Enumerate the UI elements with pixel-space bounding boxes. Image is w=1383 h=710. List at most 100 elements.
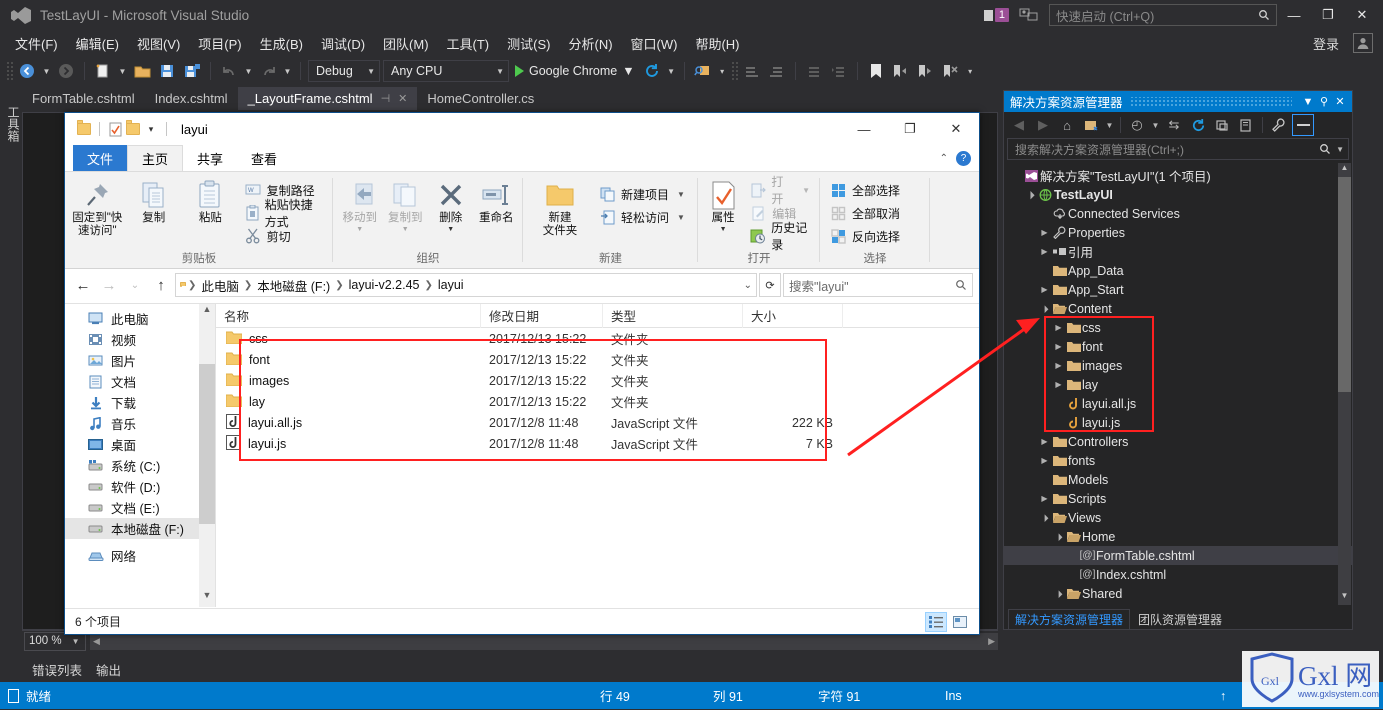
- solution-tree-item[interactable]: Connected Services: [1004, 204, 1352, 223]
- toolbox-vertical-tab[interactable]: 工具箱: [0, 100, 22, 630]
- up-button[interactable]: ↑: [149, 273, 173, 297]
- expand-collapse-icon-expanded[interactable]: ◢: [1023, 187, 1038, 202]
- expand-collapse-icon-expanded[interactable]: ◢: [1051, 586, 1066, 601]
- toolbar-grip-2[interactable]: [730, 61, 738, 81]
- refresh-button[interactable]: ⟳: [759, 273, 781, 297]
- previous-bookmark-icon[interactable]: [890, 60, 912, 82]
- expand-collapse-icon-expanded[interactable]: ◢: [1037, 301, 1052, 316]
- menu-edit[interactable]: 编辑(E): [67, 31, 128, 56]
- expand-collapse-icon-collapsed[interactable]: ▶: [1038, 285, 1051, 294]
- status-upload-icon[interactable]: ↑: [1220, 689, 1226, 703]
- expand-collapse-icon-collapsed[interactable]: ▶: [1038, 247, 1051, 256]
- notifications-indicator[interactable]: 1: [983, 8, 1009, 22]
- solution-tree-item[interactable]: App_Data: [1004, 261, 1352, 280]
- select-none-button[interactable]: 全部取消: [826, 202, 904, 224]
- open-file-icon[interactable]: [131, 60, 153, 82]
- solution-tree-item[interactable]: ▶ fonts: [1004, 451, 1352, 470]
- paste-shortcut-button[interactable]: 粘贴快捷方式: [241, 198, 327, 229]
- breadcrumb-item-3[interactable]: layui: [438, 278, 464, 292]
- solution-tree-item[interactable]: ▶ Properties: [1004, 223, 1352, 242]
- new-folder-button[interactable]: 新建 文件夹: [529, 175, 591, 238]
- comment-selection-icon[interactable]: [741, 60, 763, 82]
- solution-tree-item[interactable]: layui.all.js: [1004, 394, 1352, 413]
- expand-collapse-icon-collapsed[interactable]: ▶: [1038, 456, 1051, 465]
- nav-pane-item[interactable]: 此电脑: [65, 308, 215, 329]
- menu-project[interactable]: 项目(P): [189, 31, 250, 56]
- pin-tab-icon[interactable]: ⊣: [381, 92, 391, 105]
- refresh-icon[interactable]: [641, 60, 663, 82]
- save-icon[interactable]: [156, 60, 178, 82]
- pin-panel-icon[interactable]: ⚲: [1316, 95, 1332, 108]
- panel-menu-icon[interactable]: ▼: [1300, 96, 1316, 108]
- copy-to-button[interactable]: 复制到 ▼: [385, 175, 427, 234]
- solution-tree-item[interactable]: ▶ 引用: [1004, 242, 1352, 261]
- nav-pane-item[interactable]: 系统 (C:): [65, 455, 215, 476]
- new-item-button[interactable]: 新建项目 ▼: [595, 183, 689, 205]
- se-sync-views-icon[interactable]: ⇆: [1163, 114, 1185, 136]
- explorer-maximize-button[interactable]: ❐: [887, 114, 933, 145]
- navigate-backward-dropdown[interactable]: ▼: [41, 60, 52, 82]
- cut-button[interactable]: 剪切: [241, 225, 327, 247]
- open-button[interactable]: 打开 ▼: [746, 175, 814, 206]
- new-folder-quick-icon[interactable]: [124, 120, 142, 138]
- column-header-date[interactable]: 修改日期: [481, 303, 603, 328]
- tab-team-explorer[interactable]: 团队资源管理器: [1132, 609, 1228, 629]
- solution-tree-item[interactable]: ◢ Views: [1004, 508, 1352, 527]
- menu-window[interactable]: 窗口(W): [622, 31, 687, 56]
- se-scroll-down-arrow-icon[interactable]: ▼: [1338, 591, 1351, 605]
- doc-tab-formtable[interactable]: FormTable.cshtml: [22, 87, 145, 110]
- toolbar-grip[interactable]: [6, 61, 13, 81]
- file-list-row[interactable]: layui.all.js 2017/12/8 11:48 JavaScript 文件…: [216, 412, 979, 433]
- account-avatar-icon[interactable]: [1353, 33, 1373, 53]
- menu-debug[interactable]: 调试(D): [312, 31, 374, 56]
- se-forward-icon[interactable]: ▶: [1032, 114, 1054, 136]
- solution-tree-item[interactable]: [@] FormTable.cshtml: [1004, 546, 1352, 565]
- breadcrumb-item-0[interactable]: 此电脑: [201, 276, 239, 295]
- properties-dropdown-icon[interactable]: ▼: [720, 226, 727, 234]
- select-all-button[interactable]: 全部选择: [826, 179, 904, 201]
- nav-pane-item[interactable]: 下载: [65, 392, 215, 413]
- solution-explorer-search-input[interactable]: 搜索解决方案资源管理器(Ctrl+;) ▼: [1007, 138, 1349, 160]
- navigate-backward-icon[interactable]: [16, 60, 38, 82]
- nav-scrollbar-thumb[interactable]: [199, 364, 215, 524]
- doc-tab-layoutframe[interactable]: _LayoutFrame.cshtml ⊣ ✕: [237, 87, 418, 110]
- solution-tree-item[interactable]: [@]_LayoutFrame.cshtml: [1004, 603, 1352, 605]
- expand-collapse-icon-collapsed[interactable]: ▶: [1052, 361, 1065, 370]
- paste-button[interactable]: 粘贴: [184, 175, 237, 225]
- easy-access-button[interactable]: 轻松访问 ▼: [595, 206, 689, 228]
- ribbon-tab-file[interactable]: 文件: [73, 145, 128, 171]
- next-bookmark-icon[interactable]: [915, 60, 937, 82]
- se-show-all-files-icon[interactable]: [1080, 114, 1102, 136]
- move-to-dropdown-icon[interactable]: ▼: [356, 226, 363, 234]
- toolbar-overflow-button[interactable]: ▾: [965, 60, 976, 82]
- nav-pane-item[interactable]: 文档 (E:): [65, 497, 215, 518]
- se-view-code-icon[interactable]: [1235, 114, 1257, 136]
- file-list-row[interactable]: font 2017/12/13 15:22 文件夹: [216, 349, 979, 370]
- column-header-size[interactable]: 大小: [743, 303, 843, 328]
- undo-dropdown[interactable]: ▼: [243, 60, 254, 82]
- expand-collapse-icon-collapsed[interactable]: ▶: [1038, 494, 1051, 503]
- menu-tools[interactable]: 工具(T): [438, 31, 499, 56]
- file-list-pane[interactable]: 名称 修改日期 类型 大小 css 2017/12/13 15:22 文件夹 font…: [215, 303, 979, 607]
- file-list-row[interactable]: css 2017/12/13 15:22 文件夹: [216, 328, 979, 349]
- expand-collapse-icon-collapsed[interactable]: ▶: [1052, 342, 1065, 351]
- nav-pane-item[interactable]: 文档: [65, 371, 215, 392]
- expand-collapse-icon-expanded[interactable]: ◢: [1051, 529, 1066, 544]
- scroll-left-arrow-icon[interactable]: ◀: [93, 636, 100, 647]
- se-home-icon[interactable]: ⌂: [1056, 114, 1078, 136]
- help-icon[interactable]: ?: [956, 150, 971, 166]
- new-project-dropdown[interactable]: ▼: [117, 60, 128, 82]
- expand-collapse-icon-collapsed[interactable]: ▶: [1052, 323, 1065, 332]
- nav-scroll-up-arrow-icon[interactable]: ▲: [199, 304, 215, 321]
- expand-collapse-icon-collapsed[interactable]: ▶: [1038, 437, 1051, 446]
- save-all-icon[interactable]: [181, 60, 203, 82]
- solution-tree-item[interactable]: Models: [1004, 470, 1352, 489]
- menu-help[interactable]: 帮助(H): [686, 31, 748, 56]
- ribbon-tab-home[interactable]: 主页: [127, 145, 184, 171]
- solution-tree-item[interactable]: ▶ Controllers: [1004, 432, 1352, 451]
- solution-explorer-tree[interactable]: ▲ ▼ 解决方案"TestLayUI"(1 个项目) ◢ TestLayUI Conn…: [1004, 163, 1352, 605]
- back-button[interactable]: ←: [71, 273, 95, 297]
- panel-drag-dots[interactable]: [1130, 96, 1292, 107]
- details-view-button[interactable]: [925, 611, 947, 632]
- expand-collapse-icon-collapsed[interactable]: ▶: [1038, 228, 1051, 237]
